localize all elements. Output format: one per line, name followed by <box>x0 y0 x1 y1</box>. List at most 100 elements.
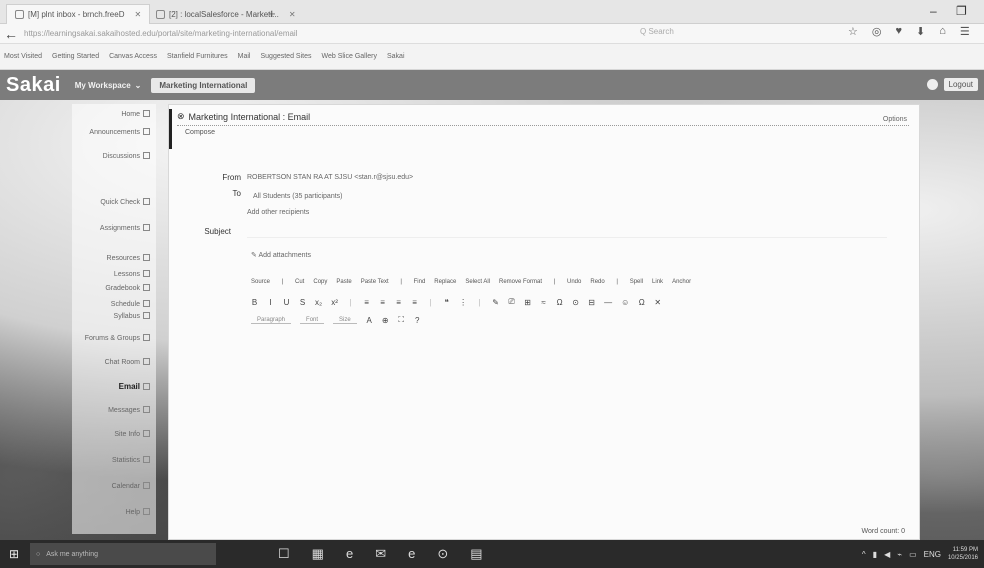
address-bar[interactable]: https://learningsakai.sakaihosted.edu/po… <box>24 29 504 38</box>
tool-resources[interactable]: Resources <box>107 254 150 263</box>
editor-row2-button-1[interactable]: I <box>267 298 274 307</box>
current-site-tab[interactable]: Marketing International <box>151 77 256 93</box>
editor-row2-button-19[interactable]: Ω <box>556 298 563 307</box>
my-workspace-dropdown[interactable]: My Workspace ⌄ <box>75 81 142 90</box>
breadcrumb[interactable]: Compose <box>185 129 215 136</box>
menu-icon[interactable]: ☰ <box>960 25 970 38</box>
logout-button[interactable]: Logout <box>943 78 978 91</box>
bookmark-item[interactable]: Sakai <box>387 53 405 60</box>
editor-row1-button-13[interactable]: Redo <box>590 279 604 285</box>
tool-assignments[interactable]: Assignments <box>100 224 150 233</box>
editor-row2-button-5[interactable]: x² <box>331 298 338 307</box>
editor-row2-button-8[interactable]: ≡ <box>379 298 386 307</box>
editor-row2-button-4[interactable]: x₂ <box>315 298 322 307</box>
tool-messages[interactable]: Messages <box>108 406 150 415</box>
new-tab-button[interactable]: + <box>268 6 276 21</box>
show-hidden-icons[interactable]: ^ <box>862 550 866 559</box>
bookmark-item[interactable]: Suggested Sites <box>261 53 312 60</box>
editor-row2-button-21[interactable]: ⊟ <box>588 298 595 307</box>
store-icon[interactable]: ▤ <box>470 546 482 562</box>
editor-row2-button-2[interactable]: U <box>283 298 290 307</box>
help-icon[interactable]: ? <box>414 316 421 325</box>
download-icon[interactable]: ⬇ <box>916 25 925 38</box>
editor-row2-button-12[interactable]: ❝ <box>443 298 450 307</box>
editor-row2-button-18[interactable]: ≈ <box>540 298 547 307</box>
bg-color-icon[interactable]: ⊕ <box>382 316 389 325</box>
link-icon[interactable]: ⊗ <box>177 111 185 122</box>
back-arrow-icon[interactable]: ← <box>4 26 18 42</box>
tool-email[interactable]: Email <box>119 382 150 391</box>
maximize-icon[interactable]: ⛶ <box>398 315 405 325</box>
editor-row1-button-10[interactable]: Remove Format <box>499 279 542 285</box>
add-recipients-link[interactable]: Add other recipients <box>247 209 309 216</box>
editor-row2-button-15[interactable]: ✎ <box>492 298 499 307</box>
pocket-icon[interactable]: ♥ <box>895 25 902 38</box>
editor-row2-button-10[interactable]: ≡ <box>411 298 418 307</box>
tool-help[interactable]: Help <box>126 508 150 517</box>
editor-row1-button-12[interactable]: Undo <box>567 279 581 285</box>
editor-row1-button-8[interactable]: Replace <box>434 279 456 285</box>
editor-row2-button-9[interactable]: ≡ <box>395 298 402 307</box>
restore-button[interactable]: ❐ <box>956 4 967 18</box>
action-center-icon[interactable]: ▭ <box>909 550 917 559</box>
tool-gradebook[interactable]: Gradebook <box>105 284 150 293</box>
editor-row1-button-5[interactable]: Paste Text <box>361 279 389 285</box>
tool-quick-check[interactable]: Quick Check <box>100 198 150 207</box>
close-tab-icon[interactable]: ✕ <box>289 10 296 19</box>
editor-row2-button-20[interactable]: ⊙ <box>572 298 579 307</box>
browser-tab-mail[interactable]: [M] plnt inbox - brnch.freeD ✕ <box>6 4 151 24</box>
home-icon[interactable]: ⌂ <box>939 25 946 38</box>
format-select[interactable]: Paragraph <box>251 317 292 324</box>
bookmark-item[interactable]: Canvas Access <box>109 53 157 60</box>
editor-row2-button-17[interactable]: ⊞ <box>524 298 531 307</box>
bookmark-item[interactable]: Web Slice Gallery <box>321 53 377 60</box>
bookmark-item[interactable]: Stanfield Furnitures <box>167 53 228 60</box>
editor-row1-button-15[interactable]: Spell <box>630 279 643 285</box>
editor-row1-button-16[interactable]: Link <box>652 279 663 285</box>
tool-schedule[interactable]: Schedule <box>111 300 150 309</box>
editor-row1-button-2[interactable]: Cut <box>295 279 304 285</box>
editor-row2-button-3[interactable]: S <box>299 298 306 307</box>
mail-icon[interactable]: ✉ <box>375 546 386 562</box>
editor-row1-button-17[interactable]: Anchor <box>672 279 691 285</box>
editor-row2-button-22[interactable]: — <box>604 298 612 307</box>
tool-chat-room[interactable]: Chat Room <box>105 358 150 367</box>
star-icon[interactable]: ☆ <box>848 25 858 38</box>
editor-row2-button-23[interactable]: ☺ <box>621 298 629 307</box>
bookmark-item[interactable]: Most Visited <box>4 53 42 60</box>
editor-row2-button-16[interactable]: ⎚ <box>508 297 515 307</box>
tool-home[interactable]: Home <box>121 110 150 119</box>
text-color-icon[interactable]: A <box>366 316 373 325</box>
tool-syllabus[interactable]: Syllabus <box>114 312 150 321</box>
bookmark-item[interactable]: Mail <box>238 53 251 60</box>
editor-row2-button-0[interactable]: B <box>251 298 258 307</box>
editor-row1-button-0[interactable]: Source <box>251 279 270 285</box>
editor-row2-button-24[interactable]: Ω <box>638 298 645 307</box>
size-select[interactable]: Size <box>333 317 357 324</box>
close-tab-icon[interactable]: ✕ <box>134 10 141 19</box>
reading-list-icon[interactable]: ◎ <box>872 25 882 38</box>
bookmark-item[interactable]: Getting Started <box>52 53 99 60</box>
tool-statistics[interactable]: Statistics <box>112 456 150 465</box>
to-recipients-checkbox[interactable]: All Students (35 participants) <box>253 193 343 200</box>
editor-row1-button-3[interactable]: Copy <box>313 279 327 285</box>
volume-icon[interactable]: ◀ <box>884 550 890 559</box>
editor-row2-button-7[interactable]: ≡ <box>363 298 370 307</box>
font-select[interactable]: Font <box>300 317 325 324</box>
options-link[interactable]: Options <box>883 116 907 123</box>
user-icon[interactable] <box>926 79 938 90</box>
tool-site-info[interactable]: Site Info <box>114 430 150 439</box>
task-view-icon[interactable]: ☐ <box>278 546 290 562</box>
editor-row2-button-25[interactable]: ✕ <box>654 298 661 307</box>
browser-search-input[interactable]: Q Search <box>640 27 780 41</box>
browser-tab-sakai[interactable]: [2] : localSalesforce - Marketi... ✕ <box>148 4 304 24</box>
attach-link[interactable]: ✎ Add attachments <box>251 251 311 259</box>
chrome-icon[interactable]: ⊙ <box>437 546 448 562</box>
language-indicator[interactable]: ENG <box>924 550 941 559</box>
battery-icon[interactable]: ▮ <box>873 550 877 559</box>
sakai-logo[interactable]: Sakai <box>6 74 61 97</box>
subject-input[interactable] <box>247 226 887 238</box>
tool-forums-groups[interactable]: Forums & Groups <box>85 334 150 343</box>
taskbar-search[interactable]: ○ Ask me anything <box>30 543 216 565</box>
network-icon[interactable]: ⌁ <box>897 550 902 559</box>
